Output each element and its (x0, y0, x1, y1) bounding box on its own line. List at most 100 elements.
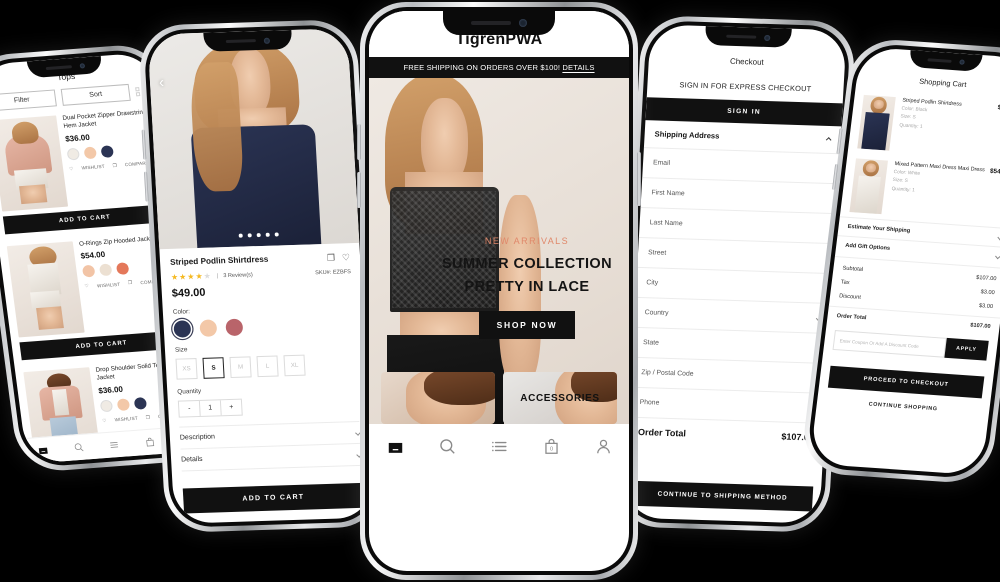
add-to-cart-button[interactable]: ADD TO CART (182, 482, 365, 514)
field-label: Street (647, 249, 667, 257)
size-option-xs[interactable]: XS (175, 358, 198, 380)
quantity-decrease-button[interactable]: - (179, 401, 200, 417)
hero-headline-1: SUMMER COLLECTION (441, 256, 613, 272)
chevron-down-icon (994, 253, 1000, 259)
product-name: Striped Podlin Shirtdress (169, 254, 269, 267)
apply-coupon-button[interactable]: APPLY (943, 337, 989, 361)
front-camera (764, 34, 771, 41)
wishlist-label[interactable]: WISHLIST (114, 416, 138, 423)
order-total-row: Order Total $107.00 (627, 418, 824, 451)
size-option-xl[interactable]: XL (283, 354, 306, 377)
color-swatches[interactable] (173, 315, 354, 338)
category-tile[interactable] (381, 372, 495, 424)
accordion-label: Estimate Your Shipping (847, 223, 911, 235)
cart-item[interactable]: Mixed Pattern Maxi Dress Maxi Dress $54.… (840, 153, 1000, 229)
accordion-label: Details (180, 455, 203, 464)
wishlist-icon[interactable]: ♡ (69, 166, 74, 172)
subtotal-value: $107.00 (975, 274, 997, 283)
promo-details-link[interactable]: DETAILS (562, 63, 594, 72)
search-icon[interactable] (73, 442, 85, 454)
size-option-s[interactable]: S (202, 357, 225, 379)
front-camera (263, 37, 271, 44)
wishlist-icon[interactable]: ♡ (84, 283, 89, 289)
volume-down-button[interactable] (357, 172, 361, 208)
page-title: Checkout (729, 56, 765, 67)
quantity-stepper[interactable]: - 1 + (177, 398, 243, 418)
menu-icon[interactable] (108, 439, 120, 451)
volume-down-button[interactable] (143, 171, 149, 202)
size-selector[interactable]: XS S M L XL (175, 353, 356, 380)
power-button[interactable] (637, 152, 641, 206)
front-camera (519, 19, 527, 27)
speaker (45, 65, 72, 71)
volume-up-button[interactable] (357, 124, 361, 160)
section-title: Shipping Address (654, 129, 720, 141)
promo-banner[interactable]: FREE SHIPPING ON ORDERS OVER $100! DETAI… (369, 57, 629, 78)
product-image (0, 115, 69, 212)
bag-icon[interactable] (144, 436, 156, 448)
home-phone: TigrenPWA FREE SHIPPING ON ORDERS OVER $… (357, 2, 641, 580)
speaker (471, 20, 511, 26)
front-camera (79, 63, 85, 69)
field-label: Zip / Postal Code (641, 369, 694, 378)
wishlist-icon[interactable]: ♡ (342, 252, 351, 263)
subtotal-label: Subtotal (842, 265, 864, 273)
promo-text: FREE SHIPPING ON ORDERS OVER $100! (403, 63, 561, 72)
volume-up-button[interactable] (141, 129, 147, 160)
size-option-l[interactable]: L (256, 355, 279, 378)
order-total-label: Order Total (836, 313, 867, 322)
cart-item-price: $54.00 (989, 167, 1000, 177)
home-icon[interactable] (37, 444, 49, 456)
back-icon[interactable]: ‹ (159, 74, 165, 91)
compare-icon[interactable]: ❐ (128, 280, 133, 286)
quantity-label: Quantity (177, 387, 202, 396)
coupon-input[interactable]: Enter Coupon Or Add A Discount Code (832, 330, 947, 358)
proceed-to-checkout-button[interactable]: PROCEED TO CHECKOUT (827, 365, 985, 399)
speaker (225, 38, 256, 44)
svg-text:0: 0 (549, 446, 552, 452)
quantity-value[interactable]: 1 (198, 400, 221, 416)
hero-eyebrow: NEW ARRIVALS (484, 236, 570, 246)
bag-icon[interactable]: 0 (542, 437, 561, 456)
review-count[interactable]: 3 Review(s) (223, 272, 253, 279)
cart-item-image (849, 158, 888, 215)
compare-icon[interactable]: ❐ (112, 163, 117, 169)
filter-button[interactable]: Filter (0, 89, 57, 112)
wishlist-label[interactable]: WISHLIST (97, 282, 121, 289)
product-detail-phone: ‹ Striped Podlin Shirtdress ❐ ♡ ★★★★★ | (137, 18, 385, 534)
menu-icon[interactable] (490, 437, 509, 456)
product-image (6, 241, 85, 338)
size-option-m[interactable]: M (229, 356, 252, 378)
sort-button[interactable]: Sort (60, 83, 131, 106)
product-image-carousel[interactable]: ‹ (147, 28, 360, 250)
continue-shopping-link[interactable]: CONTINUE SHOPPING (817, 398, 990, 416)
express-checkout-text: SIGN IN FOR EXPRESS CHECKOUT (679, 80, 812, 94)
compare-icon[interactable]: ❐ (145, 414, 150, 420)
search-icon[interactable] (438, 437, 457, 456)
totals-block: Subtotal $107.00 Tax $3.00 Discount $3.0… (826, 255, 1000, 335)
order-total-label: Order Total (637, 426, 687, 439)
order-total-value: $107.00 (969, 322, 991, 330)
shop-now-button[interactable]: SHOP NOW (478, 310, 576, 339)
category-tile-accessories[interactable]: ACCESSORIES (503, 372, 617, 424)
color-swatch-rose[interactable] (225, 318, 244, 337)
size-label: Size (174, 346, 188, 354)
front-camera (958, 59, 965, 65)
continue-to-shipping-button[interactable]: CONTINUE TO SHIPPING METHOD (631, 480, 814, 512)
accordions: Description Details (179, 420, 362, 472)
category-tile-label (381, 372, 495, 424)
compare-icon[interactable]: ❐ (327, 253, 336, 264)
speaker (726, 34, 757, 39)
wishlist-label[interactable]: WISHLIST (81, 164, 105, 171)
color-swatch-peach[interactable] (199, 319, 218, 337)
speaker (926, 58, 952, 63)
wishlist-icon[interactable]: ♡ (102, 418, 107, 424)
home-icon[interactable] (386, 437, 405, 456)
product-info: Striped Podlin Shirtdress ❐ ♡ ★★★★★ | 3 … (159, 243, 371, 472)
accordion-details[interactable]: Details (180, 443, 362, 472)
category-tiles: ACCESSORIES (369, 372, 629, 424)
field-label: First Name (651, 189, 685, 198)
account-icon[interactable] (594, 437, 613, 456)
quantity-increase-button[interactable]: + (219, 399, 242, 416)
color-swatch-navy[interactable] (173, 320, 192, 338)
